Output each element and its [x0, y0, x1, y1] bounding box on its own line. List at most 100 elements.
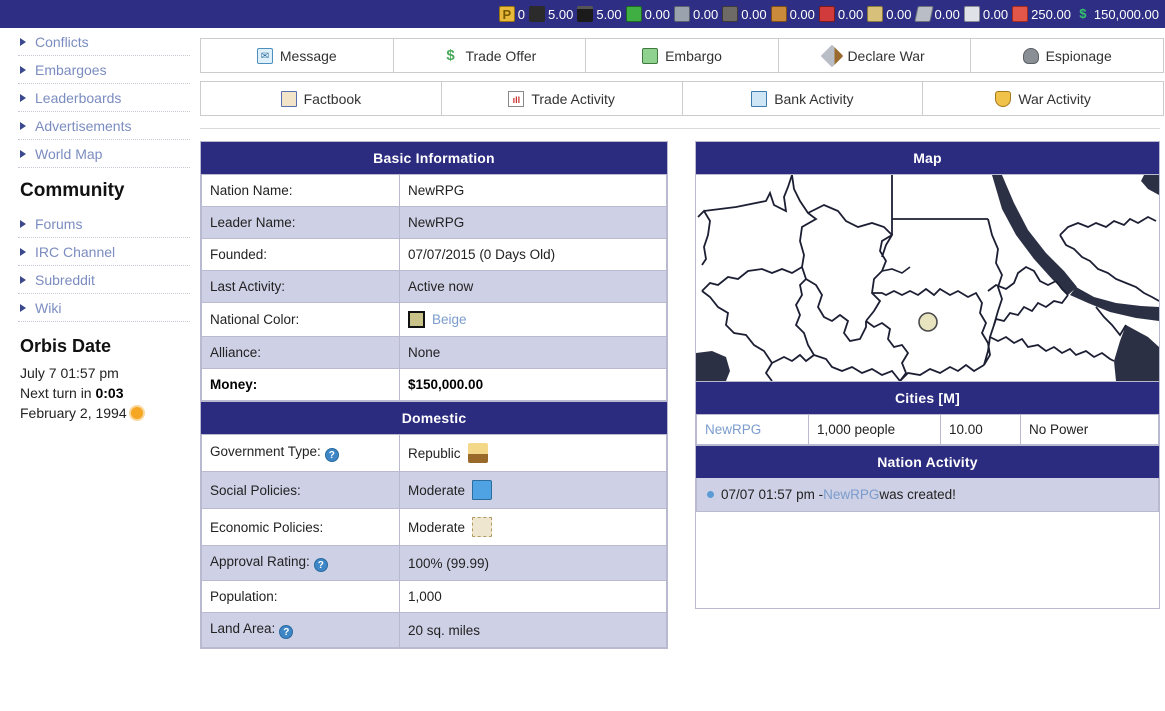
table-row: Nation Name: NewRPG	[202, 175, 667, 207]
map-title: Map	[696, 142, 1159, 174]
row-value: Beige	[400, 303, 667, 337]
row-label: Founded:	[202, 239, 400, 271]
chevron-right-icon	[20, 94, 26, 102]
lead-icon	[674, 6, 690, 22]
food-icon	[1012, 6, 1028, 22]
sidebar-item-wiki[interactable]: Wiki	[18, 294, 190, 322]
national-color-link[interactable]: Beige	[432, 312, 467, 327]
message-button[interactable]: ✉ Message	[200, 38, 394, 73]
help-icon[interactable]: ?	[279, 625, 293, 639]
row-label: Government Type:?	[202, 435, 400, 472]
chevron-right-icon	[20, 304, 26, 312]
row-label-text: Government Type:	[210, 444, 321, 459]
table-row: Economic Policies: Moderate	[202, 509, 667, 546]
city-population: 1,000 people	[809, 415, 941, 445]
table-row: NewRPG 1,000 people 10.00 No Power	[697, 415, 1159, 445]
sword-icon	[821, 44, 844, 67]
sidebar-item-irc-channel[interactable]: IRC Channel	[18, 238, 190, 266]
table-row: Money: $150,000.00	[202, 369, 667, 401]
blue-book-icon	[472, 480, 492, 500]
resource-money: $ 150,000.00	[1075, 6, 1159, 22]
orbis-next-turn-value: 0:03	[95, 385, 123, 401]
orbis-next-turn-label: Next turn in	[20, 385, 95, 401]
declare-war-button[interactable]: Declare War	[778, 38, 972, 73]
row-label: Alliance:	[202, 337, 400, 369]
resource-credits: P 0	[499, 6, 525, 22]
bank-activity-button[interactable]: Bank Activity	[682, 81, 924, 116]
basic-information-title: Basic Information	[201, 142, 667, 174]
sidebar-item-leaderboards[interactable]: Leaderboards	[18, 84, 190, 112]
resource-coal-value: 5.00	[548, 7, 573, 22]
bullet-icon	[707, 491, 714, 498]
embargo-button[interactable]: Embargo	[585, 38, 779, 73]
espionage-button-label: Espionage	[1046, 48, 1112, 64]
row-label-text: Approval Rating:	[210, 554, 310, 569]
sidebar-item-label: Conflicts	[35, 34, 89, 50]
war-activity-button[interactable]: War Activity	[922, 81, 1164, 116]
help-icon[interactable]: ?	[314, 558, 328, 572]
chart-icon: ıll	[508, 91, 524, 107]
iron-icon	[722, 6, 738, 22]
chevron-right-icon	[20, 122, 26, 130]
factbook-button-label: Factbook	[304, 91, 362, 107]
resource-food: 250.00	[1012, 6, 1071, 22]
row-value: NewRPG	[400, 175, 667, 207]
oil-icon	[577, 6, 593, 22]
chevron-right-icon	[20, 248, 26, 256]
sidebar-item-world-map[interactable]: World Map	[18, 140, 190, 168]
resource-uranium-value: 0.00	[645, 7, 670, 22]
row-value: Republic	[400, 435, 667, 472]
embargo-button-label: Embargo	[665, 48, 722, 64]
resource-lead: 0.00	[674, 6, 718, 22]
table-row: Leader Name: NewRPG	[202, 207, 667, 239]
resource-credits-value: 0	[518, 7, 525, 22]
resource-steel: 0.00	[916, 6, 960, 22]
table-row: Alliance: None	[202, 337, 667, 369]
trade-activity-button[interactable]: ıll Trade Activity	[441, 81, 683, 116]
map-canvas[interactable]	[696, 174, 1159, 381]
factbook-button[interactable]: Factbook	[200, 81, 442, 116]
sidebar-item-forums[interactable]: Forums	[18, 210, 190, 238]
message-button-label: Message	[280, 48, 337, 64]
row-label: Money:	[202, 369, 400, 401]
espionage-button[interactable]: Espionage	[970, 38, 1164, 73]
row-label: Social Policies:	[202, 472, 400, 509]
row-value: Moderate	[400, 472, 667, 509]
row-value-text: Moderate	[408, 483, 465, 498]
activity-time: 07/07 01:57 pm -	[721, 487, 823, 502]
row-label: Last Activity:	[202, 271, 400, 303]
sidebar-item-subreddit[interactable]: Subreddit	[18, 266, 190, 294]
city-link[interactable]: NewRPG	[705, 422, 761, 437]
row-value: NewRPG	[400, 207, 667, 239]
trade-offer-button[interactable]: $ Trade Offer	[393, 38, 587, 73]
help-icon[interactable]: ?	[325, 448, 339, 462]
activity-text: was created!	[879, 487, 956, 502]
gasoline-icon	[819, 6, 835, 22]
city-name-cell: NewRPG	[697, 415, 809, 445]
chevron-right-icon	[20, 276, 26, 284]
sidebar-item-label: World Map	[35, 146, 102, 162]
shield-icon	[995, 91, 1011, 107]
activity-link[interactable]: NewRPG	[823, 487, 879, 502]
row-label: Economic Policies:	[202, 509, 400, 546]
sidebar-item-advertisements[interactable]: Advertisements	[18, 112, 190, 140]
primary-action-buttons: ✉ Message $ Trade Offer Embargo Declare …	[200, 38, 1164, 73]
basic-information-table: Nation Name: NewRPG Leader Name: NewRPG …	[201, 174, 667, 401]
row-value: $150,000.00	[400, 369, 667, 401]
row-value: Moderate	[400, 509, 667, 546]
sidebar-item-embargoes[interactable]: Embargoes	[18, 56, 190, 84]
row-label: Land Area:?	[202, 613, 400, 648]
row-value: 100% (99.99)	[400, 546, 667, 581]
envelope-icon: ✉	[257, 48, 273, 64]
basic-information-panel: Basic Information Nation Name: NewRPG Le…	[200, 141, 668, 402]
row-label: Approval Rating:?	[202, 546, 400, 581]
national-color-swatch	[408, 311, 425, 328]
resource-munitions: 0.00	[867, 6, 911, 22]
sidebar-item-conflicts[interactable]: Conflicts	[18, 28, 190, 56]
steel-icon	[914, 6, 933, 22]
sidebar-item-label: IRC Channel	[35, 244, 115, 260]
sidebar-item-label: Embargoes	[35, 62, 107, 78]
city-power: No Power	[1021, 415, 1159, 445]
sidebar-item-label: Subreddit	[35, 272, 95, 288]
resource-oil: 5.00	[577, 6, 621, 22]
